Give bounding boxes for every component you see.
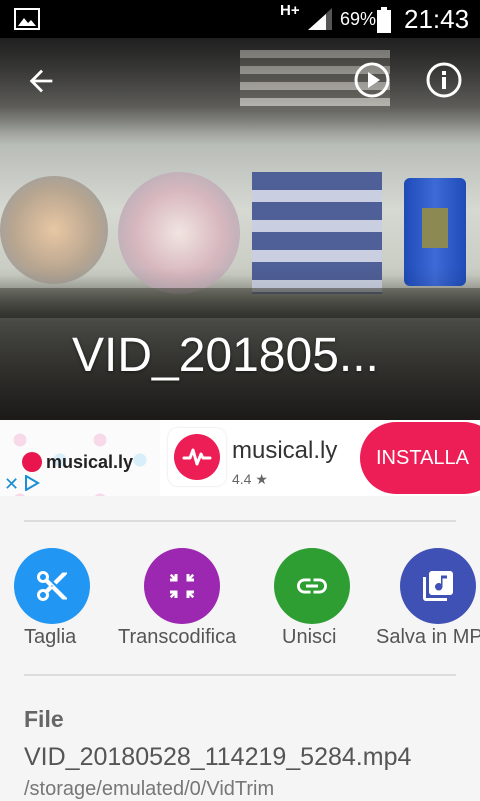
video-title: VID_201805... — [72, 329, 379, 382]
play-circle-icon[interactable] — [352, 60, 392, 100]
signal-icon — [306, 8, 332, 35]
scissors-icon — [37, 571, 67, 601]
star-icon: ★ — [255, 471, 268, 487]
file-section-title: File — [24, 706, 64, 732]
info-icon[interactable] — [424, 60, 464, 100]
status-bar: H+ 69% 21:43 — [0, 0, 480, 38]
clock: 21:43 — [404, 4, 470, 34]
image-icon — [14, 8, 40, 35]
transcode-label[interactable]: Transcodifica — [118, 626, 236, 649]
install-button[interactable]: INSTALLA — [360, 422, 480, 494]
app-logo[interactable] — [168, 428, 226, 486]
ad-brand: musical.ly — [22, 451, 133, 473]
ad-app-name: musical.ly — [232, 437, 338, 464]
link-icon — [297, 578, 327, 594]
file-path: /storage/emulated/0/VidTrim — [24, 778, 275, 800]
battery-percent: 69% — [340, 9, 377, 29]
video-thumbnail[interactable]: VID_201805... — [0, 38, 480, 420]
network-type: H+ — [280, 2, 300, 19]
file-name: VID_20180528_114219_5284.mp4 — [24, 743, 412, 771]
compress-icon — [169, 573, 195, 599]
save-mp3-label[interactable]: Salva in MP — [376, 626, 480, 649]
ad-banner[interactable]: musical.ly ✕ musical.ly 4.4 ★ INSTALLA — [0, 420, 480, 496]
cut-button[interactable] — [14, 548, 90, 624]
merge-button[interactable] — [274, 548, 350, 624]
adchoices-icon[interactable] — [24, 474, 40, 496]
ad-rating: 4.4 ★ — [232, 471, 268, 487]
save-mp3-button[interactable] — [400, 548, 476, 624]
divider — [24, 520, 456, 522]
transcode-button[interactable] — [144, 548, 220, 624]
divider — [24, 674, 456, 676]
music-library-icon — [423, 571, 453, 601]
close-icon[interactable]: ✕ — [4, 474, 19, 495]
battery-icon — [376, 7, 392, 38]
back-arrow-icon[interactable] — [24, 64, 58, 98]
ad-brand-label: musical.ly — [46, 451, 134, 472]
cut-label[interactable]: Taglia — [24, 626, 76, 649]
merge-label[interactable]: Unisci — [282, 626, 336, 649]
musically-logo-icon — [22, 452, 42, 472]
app-logo-icon — [174, 434, 220, 480]
